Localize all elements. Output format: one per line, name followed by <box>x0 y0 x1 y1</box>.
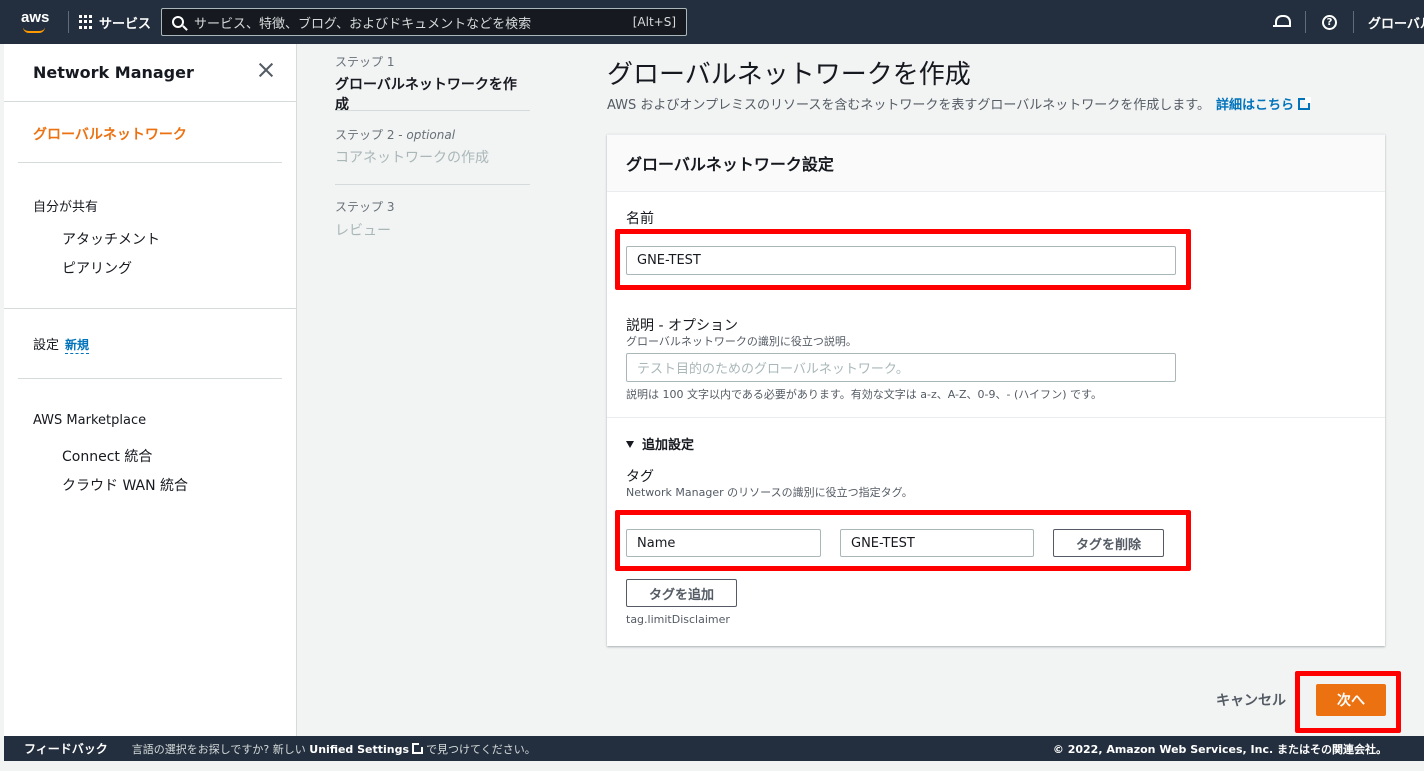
side-navigation: Network Manager グローバルネットワーク 自分が共有 アタッチメン… <box>4 44 297 736</box>
panel-divider <box>607 417 1385 418</box>
step-divider <box>335 184 530 185</box>
step-3-title: レビュー <box>335 223 391 239</box>
caret-down-icon <box>626 441 634 448</box>
aws-logo-text: aws <box>21 9 50 26</box>
panel-header: グローバルネットワーク設定 <box>607 135 1385 192</box>
step-2-label: ステップ 2 - optional <box>335 126 455 143</box>
external-link-icon <box>1297 97 1311 110</box>
description-label: 説明 - オプション <box>626 318 738 334</box>
tag-value-input[interactable]: GNE-TEST <box>840 529 1034 557</box>
sidebar-item-global-network[interactable]: グローバルネットワーク <box>33 124 187 144</box>
search-icon <box>172 16 185 28</box>
help-icon[interactable]: ? <box>1322 14 1337 30</box>
settings-label: 設定 <box>33 338 60 353</box>
services-menu-button[interactable]: サービス <box>79 13 151 32</box>
sidebar-section-marketplace: AWS Marketplace <box>33 413 147 428</box>
nav-divider <box>68 11 69 33</box>
nav-divider <box>1353 11 1354 33</box>
learn-more-link[interactable]: 詳細はこちら <box>1215 97 1311 113</box>
name-label: 名前 <box>626 211 654 227</box>
copyright: © 2022, Amazon Web Services, Inc. またはその関… <box>1052 742 1387 756</box>
sidebar-item-peering[interactable]: ピアリング <box>62 258 132 278</box>
additional-settings-label: 追加設定 <box>642 438 695 453</box>
aws-logo[interactable]: aws <box>20 8 52 36</box>
tags-label: タグ <box>626 469 654 485</box>
language-note: 言語の選択をお探しですか? 新しい Unified Settings で見つけてく… <box>132 741 536 757</box>
step-2-prefix: ステップ 2 - <box>335 128 407 142</box>
next-button[interactable]: 次へ <box>1316 684 1386 716</box>
nav-right: ? グローバル <box>1273 0 1424 44</box>
cancel-button[interactable]: キャンセル <box>1216 690 1286 710</box>
language-note-prefix: 言語の選択をお探しですか? 新しい <box>131 742 306 756</box>
step-3-label: ステップ 3 <box>335 200 395 214</box>
sidebar-item-cloud-wan[interactable]: クラウド WAN 統合 <box>62 475 188 495</box>
step-2-title: コアネットワークの作成 <box>335 150 489 166</box>
grid-icon <box>79 15 93 29</box>
additional-settings-toggle[interactable]: 追加設定 <box>626 434 694 453</box>
aws-smile-icon <box>23 27 45 33</box>
unified-settings-link[interactable]: Unified Settings <box>309 743 409 756</box>
close-icon[interactable] <box>258 62 274 78</box>
panel-title: グローバルネットワーク設定 <box>626 155 834 174</box>
tag-limit-disclaimer: tag.limitDisclaimer <box>626 613 730 626</box>
step-divider <box>335 110 530 111</box>
search-input[interactable]: サービス、特徴、ブログ、およびドキュメントなどを検索 [Alt+S] <box>161 8 688 36</box>
add-tag-button[interactable]: タグを追加 <box>626 579 737 607</box>
search-shortcut: [Alt+S] <box>632 15 677 29</box>
step-1-title[interactable]: グローバルネットワークを作成 <box>335 74 530 114</box>
footer: フィードバック 言語の選択をお探しですか? 新しい Unified Settin… <box>4 736 1424 761</box>
tag-key-input[interactable]: Name <box>626 529 821 557</box>
learn-more-label: 詳細はこちら <box>1215 98 1294 113</box>
services-label: サービス <box>99 16 152 32</box>
language-note-suffix: で見つけてください。 <box>426 742 536 756</box>
description-hint: グローバルネットワークの識別に役立つ説明。 <box>626 335 857 348</box>
step-2-optional: optional <box>406 128 456 142</box>
remove-tag-button[interactable]: タグを削除 <box>1053 529 1164 557</box>
name-input[interactable]: GNE-TEST <box>626 246 1176 275</box>
region-selector[interactable]: グローバル <box>1368 13 1424 32</box>
page-title: グローバルネットワークを作成 <box>607 60 971 90</box>
sidebar-item-settings[interactable]: 設定 新規 <box>33 334 90 354</box>
description-input[interactable]: テスト目的のためのグローバルネットワーク。 <box>626 353 1176 382</box>
tags-hint: Network Manager のリソースの識別に役立つ指定タグ。 <box>626 486 913 499</box>
page-description: AWS およびオンプレミスのリソースを含むネットワークを表すグローバルネットワー… <box>607 94 1311 113</box>
feedback-link[interactable]: フィードバック <box>24 740 108 757</box>
notification-bell-icon[interactable] <box>1273 14 1291 30</box>
sidebar-header: Network Manager <box>4 44 296 102</box>
sidebar-divider <box>18 162 282 163</box>
sidebar-section-shared: 自分が共有 <box>33 200 99 215</box>
sidebar-item-connect[interactable]: Connect 統合 <box>62 446 152 466</box>
description-text: AWS およびオンプレミスのリソースを含むネットワークを表すグローバルネットワー… <box>607 98 1210 113</box>
global-network-settings-panel: グローバルネットワーク設定 名前 GNE-TEST 説明 - オプション グロー… <box>607 134 1385 646</box>
nav-divider <box>1305 11 1306 33</box>
sidebar-item-attachments[interactable]: アタッチメント <box>62 229 160 249</box>
step-1-label: ステップ 1 <box>335 55 395 69</box>
sidebar-divider <box>18 378 282 379</box>
sidebar-divider <box>4 308 297 309</box>
search-placeholder: サービス、特徴、ブログ、およびドキュメントなどを検索 <box>194 16 532 32</box>
description-constraint: 説明は 100 文字以内である必要があります。有効な文字は a-z、A-Z、0-… <box>626 388 1102 401</box>
external-link-icon <box>412 741 425 754</box>
new-badge: 新規 <box>65 338 90 354</box>
top-navigation: aws サービス サービス、特徴、ブログ、およびドキュメントなどを検索 [Alt… <box>0 0 1424 44</box>
sidebar-title[interactable]: Network Manager <box>33 63 194 82</box>
